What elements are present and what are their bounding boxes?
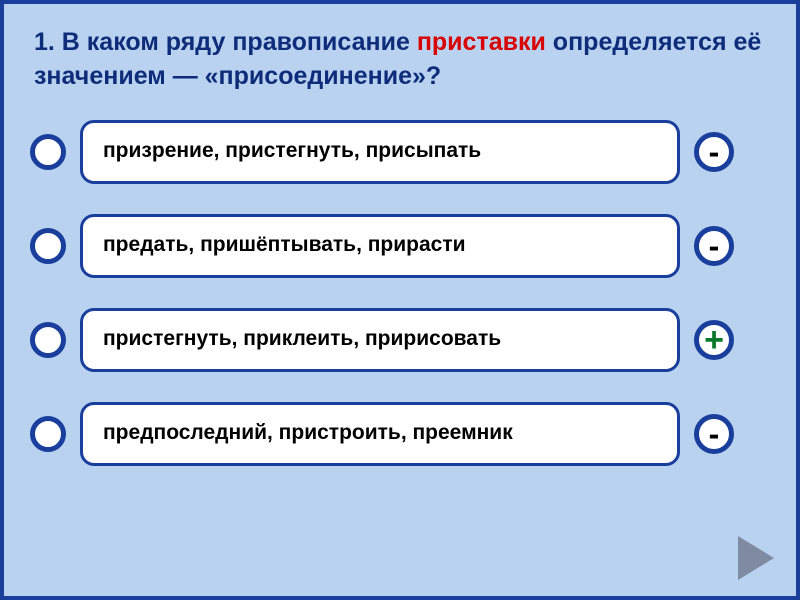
next-arrow-icon[interactable] — [738, 536, 774, 580]
answer-box[interactable]: предать, пришёптывать, прирасти — [80, 214, 680, 278]
answer-text: предпоследний, пристроить, преемник — [103, 421, 513, 444]
answer-box[interactable]: пристегнуть, приклеить, пририсовать — [80, 308, 680, 372]
result-badge: - — [694, 132, 734, 172]
question-highlight: приставки — [417, 28, 546, 56]
radio-icon[interactable] — [30, 228, 66, 264]
result-mark: + — [704, 323, 724, 357]
option-row: предать, пришёптывать, прирасти - — [30, 214, 776, 278]
answer-box[interactable]: предпоследний, пристроить, преемник — [80, 402, 680, 466]
option-row: призрение, пристегнуть, присыпать - — [30, 120, 776, 184]
radio-icon[interactable] — [30, 134, 66, 170]
answer-text: призрение, пристегнуть, присыпать — [103, 139, 481, 162]
result-badge: - — [694, 414, 734, 454]
radio-icon[interactable] — [30, 416, 66, 452]
question-text: 1. В каком ряду правописание приставки о… — [34, 26, 766, 94]
answer-text: пристегнуть, приклеить, пририсовать — [103, 327, 501, 350]
result-badge: + — [694, 320, 734, 360]
question-quoted: «присоединение»? — [205, 62, 442, 90]
result-mark: - — [709, 418, 720, 450]
answer-text: предать, пришёптывать, прирасти — [103, 233, 466, 256]
options-list: призрение, пристегнуть, присыпать - пред… — [30, 120, 776, 466]
result-mark: - — [709, 136, 720, 168]
result-badge: - — [694, 226, 734, 266]
radio-icon[interactable] — [30, 322, 66, 358]
option-row: пристегнуть, приклеить, пририсовать + — [30, 308, 776, 372]
result-mark: - — [709, 230, 720, 262]
option-row: предпоследний, пристроить, преемник - — [30, 402, 776, 466]
answer-box[interactable]: призрение, пристегнуть, присыпать — [80, 120, 680, 184]
quiz-slide: 1. В каком ряду правописание приставки о… — [0, 0, 800, 600]
question-prefix: 1. В каком ряду правописание — [34, 28, 417, 56]
